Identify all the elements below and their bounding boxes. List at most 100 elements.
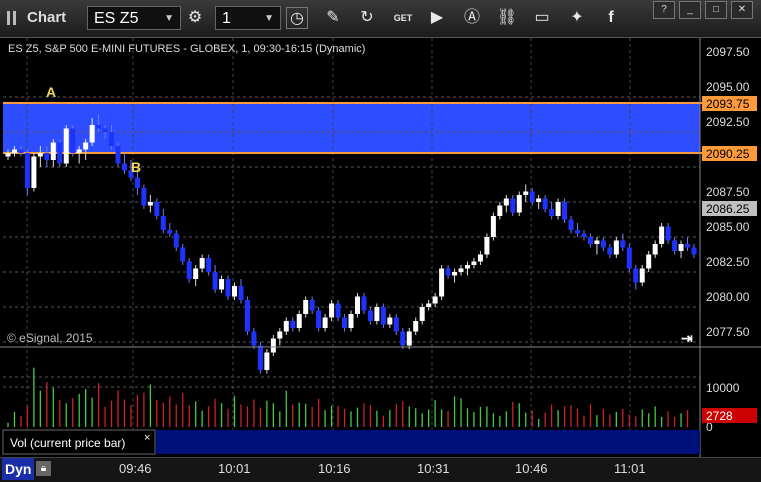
chart-background bbox=[0, 38, 761, 457]
price-tick: 2077.50 bbox=[706, 325, 750, 339]
candle-body bbox=[57, 142, 63, 164]
candle-body bbox=[555, 202, 561, 216]
candle-body bbox=[490, 216, 496, 237]
candle-body bbox=[639, 268, 645, 283]
candle-body bbox=[290, 321, 296, 328]
dynamic-mode-button[interactable]: Dyn bbox=[2, 458, 34, 480]
candle-body bbox=[219, 279, 225, 290]
candle-body bbox=[322, 317, 328, 328]
candle-body bbox=[348, 314, 354, 328]
candle-body bbox=[568, 219, 574, 230]
time-tick: 11:01 bbox=[614, 461, 646, 476]
candle-body bbox=[257, 345, 263, 370]
chart-area[interactable]: ES Z5, S&P 500 E-MINI FUTURES - GLOBEX, … bbox=[0, 38, 761, 457]
candle-body bbox=[452, 272, 458, 276]
candle-body bbox=[367, 310, 373, 321]
candle-body bbox=[244, 300, 250, 332]
candle-body bbox=[193, 268, 199, 279]
candle-body bbox=[50, 142, 56, 160]
candle-body bbox=[277, 331, 283, 339]
chevron-down-icon[interactable]: ▼ bbox=[164, 7, 174, 31]
candle-body bbox=[406, 331, 412, 346]
candle-body bbox=[542, 198, 548, 209]
candle-body bbox=[594, 240, 600, 244]
candle-body bbox=[11, 149, 17, 153]
candle-body bbox=[523, 191, 529, 195]
candle-body bbox=[685, 244, 691, 248]
candle-body bbox=[89, 125, 95, 143]
link-icon[interactable]: ⛓ bbox=[496, 7, 518, 29]
comment-icon[interactable]: ▭ bbox=[531, 7, 553, 29]
scroll-to-end-icon[interactable]: ⇥ bbox=[681, 330, 693, 346]
play-icon[interactable]: ▶ bbox=[426, 7, 448, 29]
candle-body bbox=[665, 226, 671, 241]
candle-body bbox=[400, 331, 406, 346]
candle-body bbox=[419, 307, 425, 321]
candle-body bbox=[160, 216, 166, 230]
volume-tick: 10000 bbox=[706, 381, 740, 395]
time-tick: 10:46 bbox=[515, 461, 548, 476]
candle-body bbox=[167, 230, 173, 234]
last-price-label: 2086.25 bbox=[706, 202, 750, 216]
interval-value: 1 bbox=[222, 10, 231, 27]
toolbar: Chart ES Z5 ▼ ⚙ 1 ▼ ◷ ✎ ↻ GET ▶ Ⓐ ⛓ ▭ ✦ … bbox=[0, 0, 761, 38]
candle-body bbox=[458, 268, 464, 272]
pencil-icon[interactable]: ✎ bbox=[322, 7, 344, 29]
refresh-icon[interactable]: ↻ bbox=[356, 7, 378, 29]
price-tick: 2097.50 bbox=[706, 45, 750, 59]
candle-body bbox=[607, 247, 613, 255]
candle-body bbox=[96, 125, 102, 129]
candle-body bbox=[633, 268, 639, 283]
candle-body bbox=[251, 331, 257, 346]
close-icon[interactable]: × bbox=[144, 432, 150, 444]
candle-body bbox=[329, 303, 335, 318]
period-icon[interactable]: ⚙ bbox=[184, 7, 206, 29]
label-b: B bbox=[131, 159, 141, 175]
candle-body bbox=[672, 240, 678, 251]
chart-grip-icon[interactable] bbox=[6, 9, 20, 27]
alert-icon[interactable]: Ⓐ bbox=[461, 7, 483, 29]
minimize-button[interactable]: _ bbox=[679, 1, 701, 19]
candle-body bbox=[581, 233, 587, 237]
candle-body bbox=[426, 303, 432, 307]
price-tick: 2082.50 bbox=[706, 255, 750, 269]
candle-body bbox=[238, 286, 244, 300]
candle-body bbox=[335, 303, 341, 318]
candle-body bbox=[154, 202, 160, 216]
candle-body bbox=[264, 352, 270, 370]
candle-body bbox=[413, 321, 419, 332]
symbol-input[interactable]: ES Z5 ▼ bbox=[87, 6, 181, 30]
interval-input[interactable]: 1 ▼ bbox=[215, 6, 281, 30]
maximize-button[interactable]: □ bbox=[705, 1, 727, 19]
candle-body bbox=[283, 321, 289, 332]
facebook-icon[interactable]: f bbox=[600, 7, 622, 29]
get-quote-icon[interactable]: GET bbox=[392, 7, 414, 29]
candle-body bbox=[626, 247, 632, 269]
candle-body bbox=[503, 198, 509, 206]
candle-body bbox=[471, 261, 477, 265]
upper-marker-label: 2093.75 bbox=[706, 97, 750, 111]
close-button[interactable]: ✕ bbox=[731, 1, 753, 19]
candle-body bbox=[536, 198, 542, 202]
chart-title: ES Z5, S&P 500 E-MINI FUTURES - GLOBEX, … bbox=[8, 43, 365, 55]
price-tick: 2085.00 bbox=[706, 220, 750, 234]
candle-body bbox=[549, 209, 555, 216]
chevron-down-icon[interactable]: ▼ bbox=[264, 7, 274, 31]
candle-body bbox=[63, 128, 69, 164]
price-zone bbox=[3, 103, 700, 153]
candle-body bbox=[270, 338, 276, 353]
candle-body bbox=[497, 205, 503, 216]
candle-body bbox=[562, 202, 568, 220]
twitter-icon[interactable]: ✦ bbox=[566, 7, 588, 29]
candle-body bbox=[76, 149, 82, 153]
candle-body bbox=[439, 268, 445, 297]
candle-body bbox=[387, 317, 393, 325]
clock-icon[interactable]: ◷ bbox=[286, 7, 308, 29]
lock-icon[interactable]: 🔒︎ bbox=[36, 461, 51, 476]
time-tick: 10:31 bbox=[417, 461, 450, 476]
candle-body bbox=[652, 244, 658, 255]
time-tick: 09:46 bbox=[119, 461, 152, 476]
app-title: Chart bbox=[27, 9, 67, 26]
help-button[interactable]: ? bbox=[653, 1, 675, 19]
candle-body bbox=[529, 191, 535, 202]
